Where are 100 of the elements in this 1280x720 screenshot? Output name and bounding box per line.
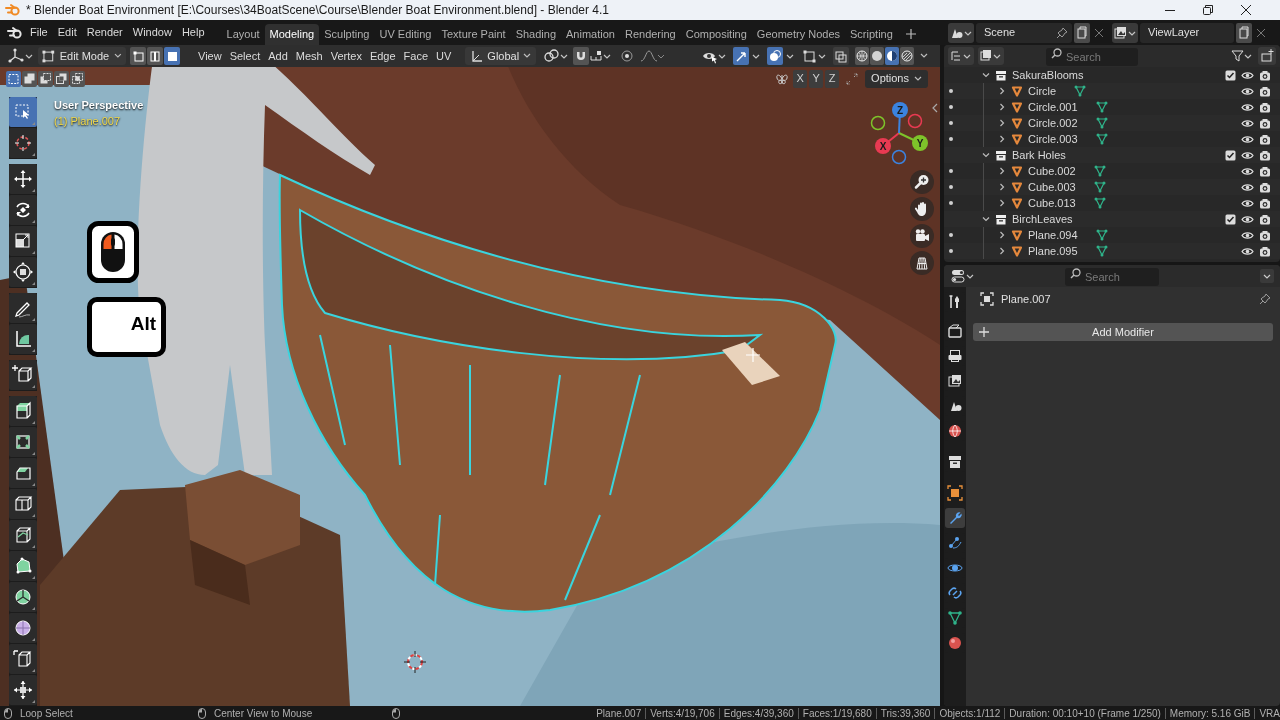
axis-handle[interactable] — [907, 113, 923, 129]
vertex-triangle-icon[interactable] — [1095, 245, 1108, 257]
camera-icon[interactable] — [1259, 85, 1271, 97]
chevron-icon[interactable] — [998, 119, 1006, 127]
target-circle-icon[interactable] — [9, 128, 37, 159]
polygon-points-icon[interactable] — [9, 551, 37, 582]
menu-item[interactable]: Window — [127, 24, 177, 41]
tree-item-label[interactable]: Circle.002 — [1028, 114, 1078, 132]
axis-handle[interactable]: X — [875, 132, 900, 154]
workspace-tab[interactable]: Scripting — [845, 24, 898, 45]
chevron-dropdown-icon[interactable] — [1260, 269, 1274, 283]
tree-item-label[interactable]: Bark Holes — [1012, 146, 1066, 164]
mode-dropdown[interactable]: Edit Mode — [38, 47, 126, 65]
camera-icon[interactable] — [1259, 69, 1271, 81]
tree-item-label[interactable]: Plane.095 — [1028, 242, 1078, 260]
workspace-tab[interactable]: Sculpting — [319, 24, 375, 45]
spin-disc-icon[interactable] — [9, 582, 37, 613]
grid-icon[interactable] — [910, 251, 934, 275]
rings-dropdown-icon[interactable] — [541, 47, 570, 65]
camera-icon[interactable] — [1259, 117, 1271, 129]
dot-icon[interactable] — [949, 169, 953, 173]
camera-icon[interactable] — [1259, 165, 1271, 177]
vertex-triangle-icon[interactable] — [1093, 165, 1106, 177]
double-cube-icon[interactable] — [9, 489, 37, 520]
cube-corner-arrow-icon[interactable] — [9, 644, 37, 675]
workspace-tab[interactable]: UV Editing — [374, 24, 437, 45]
cube-inset-face-icon[interactable] — [9, 427, 37, 458]
dotted-arrows-icon[interactable] — [844, 70, 861, 87]
camera-icon[interactable] — [1259, 101, 1271, 113]
menu-item[interactable]: Edge — [365, 47, 400, 65]
axis-handle[interactable] — [891, 149, 907, 165]
chevron-icon[interactable] — [998, 167, 1006, 175]
tree-item-label[interactable]: Cube.003 — [1028, 178, 1076, 196]
vertex-triangle-icon[interactable] — [1095, 101, 1108, 113]
chevron-icon[interactable] — [998, 231, 1006, 239]
copy-icon[interactable] — [1236, 22, 1252, 43]
axes-dropdown-icon[interactable] — [6, 47, 34, 65]
menu-item[interactable]: Render — [81, 24, 128, 41]
striped-sphere-icon[interactable] — [900, 47, 914, 65]
select-box-icon[interactable] — [9, 97, 37, 128]
edge-select-icon[interactable] — [147, 47, 163, 65]
vertex-triangle-icon[interactable] — [1095, 117, 1108, 129]
plus-icon[interactable] — [905, 29, 916, 39]
tree-item-label[interactable]: BirchLeaves — [1012, 210, 1073, 228]
app-logo-icon[interactable] — [7, 25, 23, 40]
dot-icon[interactable] — [949, 233, 953, 237]
workspace-tab[interactable]: Compositing — [680, 24, 752, 45]
axis-handle[interactable] — [870, 115, 886, 131]
workspace-tab[interactable]: Shading — [510, 24, 562, 45]
cube-top-face-icon[interactable] — [9, 396, 37, 427]
dot-icon[interactable] — [949, 201, 953, 205]
tree-item-label[interactable]: Cube.013 — [1028, 194, 1076, 212]
chevron-icon[interactable] — [982, 215, 990, 223]
funnel-dropdown-icon[interactable] — [1230, 47, 1254, 65]
menu-item[interactable]: Vertex — [326, 47, 366, 65]
scale-square-icon[interactable] — [9, 226, 37, 257]
workspace-tab[interactable]: Texture Paint — [436, 24, 511, 45]
dot-icon[interactable] — [949, 105, 953, 109]
camera-icon[interactable] — [1259, 133, 1271, 145]
dot-circle-icon[interactable] — [619, 47, 636, 65]
tree-item-label[interactable]: SakuraBlooms — [1012, 66, 1084, 84]
eye-icon[interactable] — [1241, 198, 1254, 208]
overlapping-circles-dropdown-icon[interactable] — [767, 47, 795, 65]
tree-item-label[interactable]: Circle — [1028, 82, 1057, 100]
eye-icon[interactable] — [1241, 246, 1254, 256]
photo-dropdown-icon[interactable] — [978, 47, 1004, 65]
eye-icon[interactable] — [1241, 166, 1254, 176]
hand-icon[interactable] — [910, 197, 934, 221]
checkbox-icon[interactable] — [1225, 213, 1236, 225]
workspace-tab[interactable]: Geometry Nodes — [751, 24, 845, 45]
menu-item[interactable]: File — [25, 24, 53, 41]
chevron-icon[interactable] — [114, 53, 122, 59]
workspace-tab[interactable]: Animation — [561, 24, 620, 45]
movie-camera-icon[interactable] — [910, 224, 934, 248]
menu-item[interactable]: Mesh — [291, 47, 327, 65]
wrench-icon[interactable] — [945, 508, 965, 528]
eye-icon[interactable] — [1241, 70, 1254, 80]
cross-arrows-icon[interactable] — [9, 675, 37, 706]
chevron-icon[interactable] — [998, 87, 1006, 95]
menu-item[interactable]: Help — [176, 24, 210, 41]
dot-icon[interactable] — [949, 121, 953, 125]
chevron-icon[interactable] — [914, 75, 922, 82]
tree-item-label[interactable]: Plane.094 — [1028, 226, 1078, 244]
close-icon[interactable] — [1240, 4, 1252, 16]
eye-icon[interactable] — [1241, 118, 1254, 128]
tree-item-label[interactable]: Circle.003 — [1028, 130, 1078, 148]
search-field[interactable]: Search — [1065, 268, 1159, 286]
chevron-icon[interactable] — [998, 103, 1006, 111]
tree-item-label[interactable]: Circle.001 — [1028, 98, 1078, 116]
scene-field[interactable]: Scene — [976, 22, 1072, 43]
checkbox-icon[interactable] — [1225, 149, 1236, 161]
orientation-dropdown[interactable]: Global — [465, 47, 537, 65]
view-layer-field[interactable]: ViewLayer — [1140, 22, 1234, 43]
framed-square-icon[interactable] — [945, 483, 965, 503]
pin-icon[interactable] — [1259, 293, 1271, 305]
zoom-icon[interactable] — [910, 170, 934, 194]
menu-item[interactable]: Edit — [52, 24, 82, 41]
checkbox-icon[interactable] — [1225, 69, 1236, 81]
chevron-icon[interactable] — [998, 247, 1006, 255]
workspace-tab[interactable]: Modeling — [264, 24, 320, 45]
